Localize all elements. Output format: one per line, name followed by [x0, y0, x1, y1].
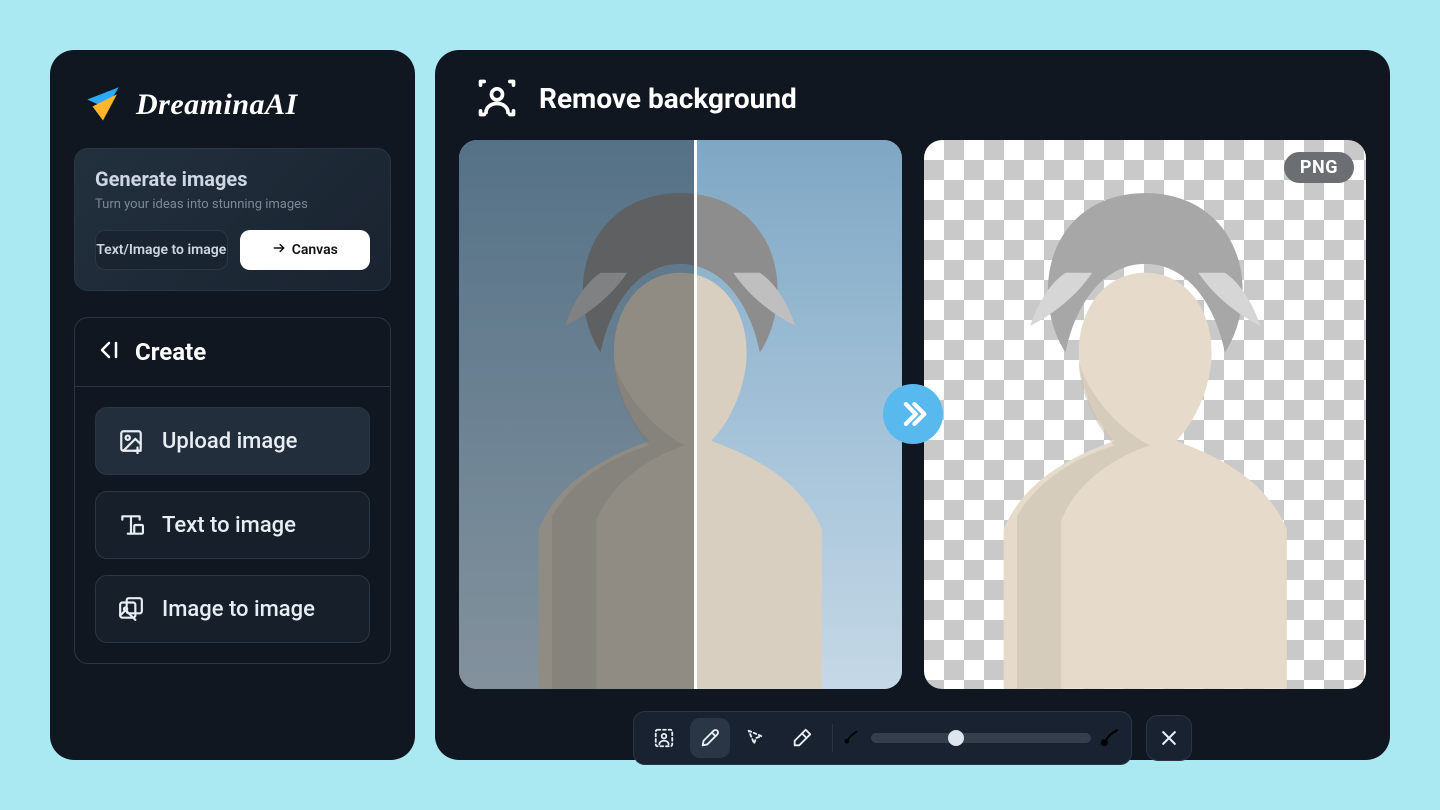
eraser-tool[interactable] [782, 718, 822, 758]
preview-row: PNG [459, 140, 1366, 689]
create-item-image-to-image[interactable]: Image to image [95, 575, 370, 643]
brush-tool[interactable] [690, 718, 730, 758]
create-list: Upload image Text to image Image to imag… [75, 387, 390, 663]
main-panel: Remove background PNG [435, 50, 1390, 760]
portrait-subject-cutout [924, 140, 1367, 689]
upload-image-icon [118, 428, 144, 454]
close-button[interactable] [1146, 715, 1192, 761]
main-title: Remove background [539, 82, 797, 115]
preview-before[interactable] [459, 140, 902, 689]
image-to-image-icon [118, 596, 144, 622]
arrow-transform-icon [883, 384, 943, 444]
create-item-label: Text to image [162, 513, 296, 538]
slider-knob[interactable] [948, 730, 964, 746]
main-header: Remove background [459, 74, 1366, 140]
generate-subtitle: Turn your ideas into stunning images [95, 197, 370, 212]
create-header-label: Create [135, 338, 206, 366]
generate-card: Generate images Turn your ideas into stu… [74, 148, 391, 291]
brush-large-icon [1101, 726, 1121, 750]
text-image-to-image-button[interactable]: Text/Image to image [95, 230, 228, 270]
remove-background-icon [475, 76, 519, 120]
toolbar-group [633, 711, 1132, 765]
brand-logo: DreaminaAI [74, 74, 391, 148]
back-icon [97, 338, 121, 366]
create-item-upload-image[interactable]: Upload image [95, 407, 370, 475]
canvas-button[interactable]: Canvas [240, 230, 371, 270]
sidebar: DreaminaAI Generate images Turn your ide… [50, 50, 415, 760]
brush-small-icon [843, 727, 861, 749]
create-item-label: Upload image [162, 429, 297, 454]
arrow-right-icon [272, 241, 286, 259]
create-header[interactable]: Create [75, 318, 390, 387]
canvas-button-label: Canvas [292, 242, 338, 258]
create-card: Create Upload image Text to image Image … [74, 317, 391, 664]
text-to-image-icon [118, 512, 144, 538]
create-item-label: Image to image [162, 597, 315, 622]
lasso-tool[interactable] [736, 718, 776, 758]
create-item-text-to-image[interactable]: Text to image [95, 491, 370, 559]
brand-logo-icon [82, 82, 124, 128]
comparison-split-handle[interactable] [694, 140, 697, 689]
editor-toolbar [459, 711, 1366, 765]
png-badge: PNG [1284, 152, 1354, 183]
before-dim-overlay [459, 140, 694, 689]
slider-track[interactable] [871, 733, 1091, 743]
brand-name: DreaminaAI [136, 88, 298, 122]
preview-after[interactable]: PNG [924, 140, 1367, 689]
auto-subject-tool[interactable] [644, 718, 684, 758]
toolbar-separator [832, 724, 833, 752]
brush-size-slider[interactable] [843, 726, 1121, 750]
generate-title: Generate images [95, 167, 370, 191]
